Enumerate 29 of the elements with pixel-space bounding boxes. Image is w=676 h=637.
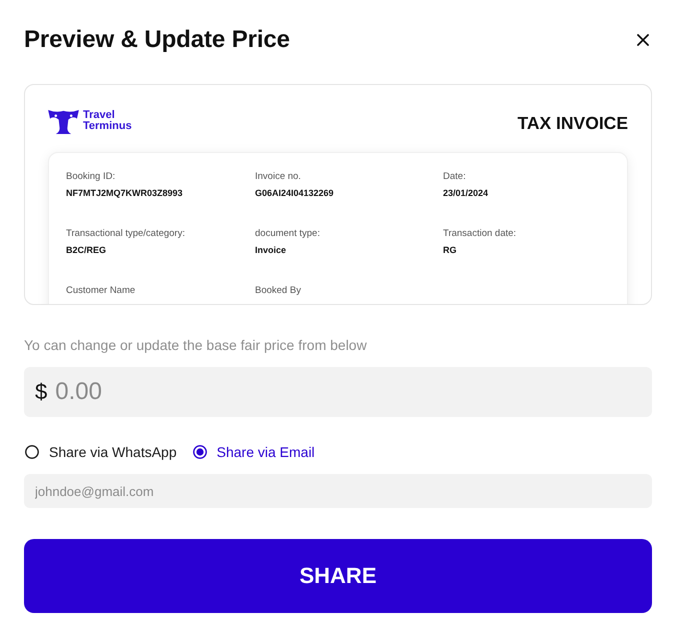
dialog-title: Preview & Update Price — [24, 26, 290, 54]
field-value: B2C/REG — [66, 244, 108, 257]
field-value: NF7MTJ2MQ7KWR03Z8993 — [66, 187, 184, 200]
price-hint: Yo can change or update the base fair price from below — [24, 336, 368, 355]
currency-symbol: $ — [35, 379, 48, 405]
field-label: Booking ID: — [66, 170, 116, 184]
close-icon — [637, 34, 649, 46]
field-label: Transaction date: — [443, 227, 518, 241]
email-field[interactable]: johndoe@gmail.com — [24, 474, 652, 508]
field-value: G06AI24I04132269 — [255, 187, 335, 200]
field-value: RG — [443, 244, 458, 257]
field-label: document type: — [255, 227, 321, 241]
field-label: Booked By — [255, 284, 302, 298]
brand-name: Travel Terminus — [83, 110, 132, 132]
field-value: 23/01/2024 — [443, 187, 490, 200]
logo-icon — [48, 108, 79, 134]
field-value: Invoice — [255, 244, 288, 257]
field-label: Transactional type/category: — [66, 227, 186, 241]
radio-icon[interactable] — [192, 445, 207, 459]
share-option[interactable]: Share via WhatsApp — [25, 444, 177, 460]
price-input[interactable]: 0.00 — [55, 378, 118, 406]
invoice-heading: TAX INVOICE — [517, 112, 628, 134]
field-label: Date: — [443, 170, 467, 184]
field-label: Customer Name — [66, 284, 136, 298]
price-field[interactable]: $ 0.00 — [24, 367, 652, 417]
share-option[interactable]: Share via Email — [192, 444, 315, 460]
field-label: Invoice no. — [255, 170, 302, 184]
radio-icon[interactable] — [25, 445, 39, 459]
share-button[interactable]: SHARE — [24, 539, 652, 613]
